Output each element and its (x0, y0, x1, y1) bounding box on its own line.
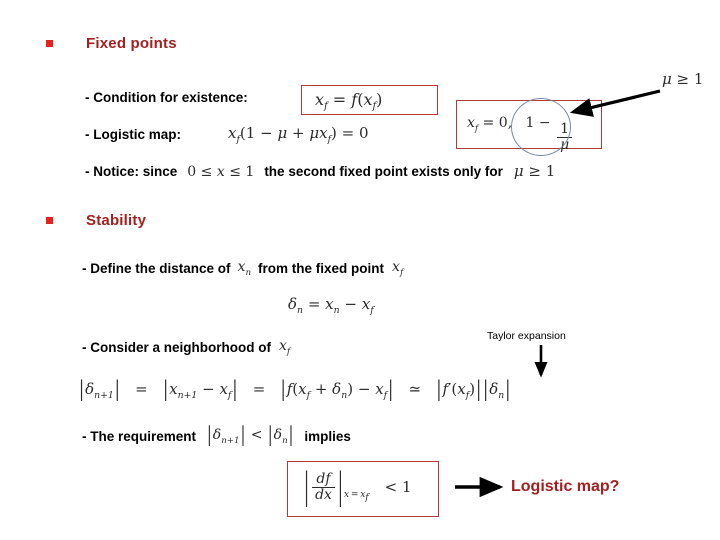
equation-x-f: xf (279, 338, 291, 357)
section-title: Fixed points (86, 35, 177, 52)
equation-x-range: 0 ≤ x ≤ 1 (187, 163, 255, 180)
taylor-expansion-note: Taylor expansion (487, 330, 566, 342)
circle-annotation-second-solution (511, 98, 571, 156)
equation-delta-definition: δn = xn − xf (288, 295, 374, 316)
bullet-label-continued: from the fixed point (258, 261, 385, 277)
square-bullet-icon (46, 217, 53, 224)
bullet-label: - Condition for existence: (85, 90, 248, 105)
bullet-logistic-map: - Logistic map: (85, 127, 181, 142)
section-heading-fixed-points: Fixed points (46, 35, 177, 52)
bullet-label-continued: the second fixed point exists only for (264, 164, 503, 179)
equation-x-f: xf (392, 259, 404, 278)
equation-mu-condition-inline: μ ≥ 1 (513, 162, 556, 180)
equation-mu-condition-top: μ ≥ 1 (662, 70, 704, 88)
equation-taylor-chain: |δn+1| = |xn+1 − xf| = |f(xf + δn) − xf|… (79, 375, 511, 402)
equation-fixed-point-condition: xf = f(xf) (315, 90, 383, 113)
bullet-label: - The requirement (82, 429, 197, 445)
bullet-requirement: - The requirement |δn+1| < |δn| implies (82, 423, 351, 447)
section-title: Stability (86, 212, 147, 229)
square-bullet-icon (46, 40, 53, 47)
logistic-map-question: Logistic map? (511, 478, 620, 495)
equation-logistic-fixed-point: xf(1 − μ + μxf) = 0 (228, 124, 369, 145)
equation-requirement-inequality: |δn+1| < |δn| (207, 423, 294, 447)
bullet-label: - Logistic map: (85, 127, 182, 142)
bullet-label: - Define the distance of (82, 261, 231, 277)
bullet-label-continued: implies (304, 429, 351, 445)
bullet-label: - Notice: since (85, 164, 178, 179)
equation-x-n: xn (237, 259, 252, 278)
section-heading-stability: Stability (46, 212, 146, 229)
bullet-consider-neighborhood: - Consider a neighborhood of xf (82, 339, 290, 356)
bullet-notice: - Notice: since 0 ≤ x ≤ 1 the second fix… (85, 162, 556, 180)
slide-canvas: Fixed points - Condition for existence: … (0, 0, 720, 540)
bullet-label: - Consider a neighborhood of (82, 340, 271, 356)
bullet-define-distance: - Define the distance of xn from the fix… (82, 260, 403, 277)
equation-stability-condition: | df dx | x = xf < 1 (304, 464, 412, 508)
bullet-condition-for-existence: - Condition for existence: (85, 90, 248, 105)
